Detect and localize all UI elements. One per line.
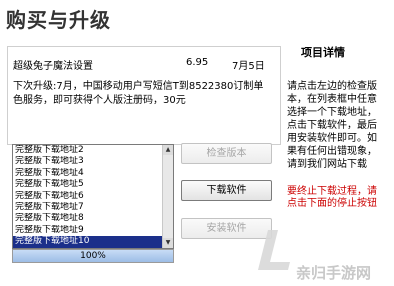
- window-title: 购买与升级: [6, 8, 111, 32]
- list-item[interactable]: 完整版下载地址4: [13, 168, 173, 179]
- upgrade-notice: 下次升级:7月，中国移动用户写短信T到8522380订制单色服务，即可获得个人版…: [13, 81, 264, 106]
- list-item[interactable]: 完整版下载地址7: [13, 202, 173, 213]
- list-item[interactable]: 完整版下载地址8: [13, 213, 173, 224]
- list-item[interactable]: 完整版下载地址2: [13, 145, 173, 156]
- watermark-text: 亲归手游网: [296, 264, 372, 282]
- list-item[interactable]: 完整版下载地址10: [13, 236, 173, 248]
- list-item[interactable]: 完整版下载地址5: [13, 179, 173, 190]
- product-version: 6.95: [186, 57, 209, 68]
- product-info-panel: 超级兔子魔法设置 6.95 7月5日 下次升级:7月，中国移动用户写短信T到85…: [7, 46, 281, 145]
- product-name: 超级兔子魔法设置: [13, 61, 93, 72]
- help-text: 请点击左边的检查版本，在列表框中任意选择一个下载地址，点击下载软件，最后用安装软…: [287, 81, 377, 170]
- download-progress-bar: 100%: [12, 249, 174, 263]
- list-scrollbar[interactable]: ▲ ▼: [162, 145, 173, 248]
- scroll-up-icon[interactable]: ▲: [163, 145, 173, 155]
- product-date: 7月5日: [232, 61, 265, 72]
- download-button[interactable]: 下载软件: [181, 180, 272, 201]
- watermark-logo-icon: [258, 230, 290, 270]
- check-version-button[interactable]: 检查版本: [181, 143, 272, 164]
- stop-warning-text: 要终止下载过程，请点击下面的停止按钮: [287, 186, 377, 209]
- details-title: 项目详情: [301, 46, 345, 59]
- list-item[interactable]: 完整版下载地址6: [13, 191, 173, 202]
- list-item[interactable]: 完整版下载地址3: [13, 156, 173, 167]
- scroll-down-icon[interactable]: ▼: [163, 238, 173, 248]
- download-address-list[interactable]: 完整版下载地址2 完整版下载地址3 完整版下载地址4 完整版下载地址5 完整版下载地址6…: [12, 144, 174, 249]
- progress-label: 100%: [80, 251, 106, 261]
- list-item[interactable]: 完整版下载地址9: [13, 225, 173, 236]
